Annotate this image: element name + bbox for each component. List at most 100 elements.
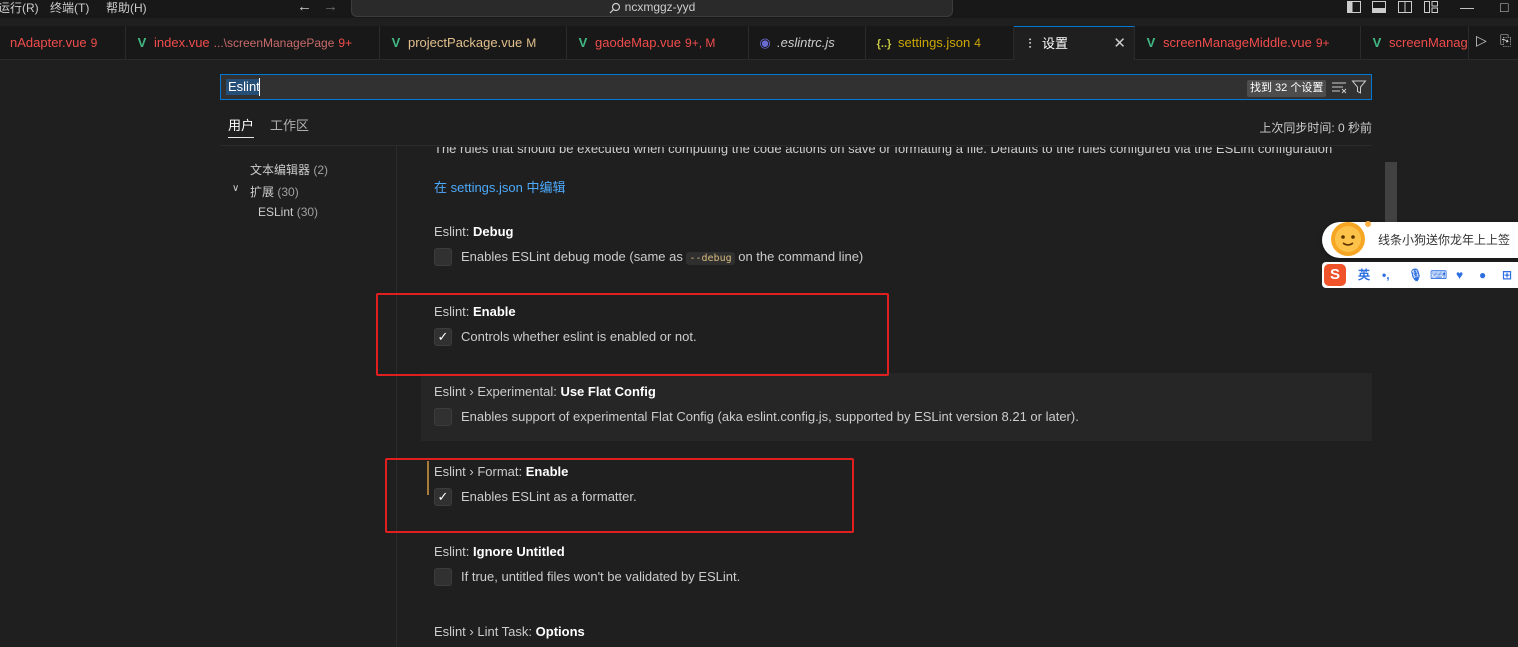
setting-checkbox[interactable] [434, 568, 452, 586]
setting-checkbox[interactable] [434, 408, 452, 426]
tab-badge: 9+, M [685, 36, 716, 50]
tab-label: nAdapter.vue [10, 35, 87, 50]
setting-category: Eslint › Lint Task: [434, 624, 536, 639]
settings-search-box[interactable]: Eslint [220, 74, 1372, 100]
desc-text: Enables ESLint debug mode (same as [461, 249, 687, 264]
setting-name: Use Flat Config [560, 384, 656, 399]
menu-terminal[interactable]: 终端(T) [50, 0, 89, 16]
vue-icon: V [1372, 35, 1382, 50]
tab-label: index.vue [154, 35, 210, 50]
ime-popup[interactable]: 线条小狗送你龙年上上签 [1322, 221, 1518, 258]
search-input[interactable]: Eslint [228, 75, 260, 99]
toc-count: (30) [296, 205, 319, 219]
sogou-logo-icon: S [1324, 264, 1346, 286]
tab-label: 设置 [1042, 36, 1069, 51]
tab-label: projectPackage.vue [408, 35, 523, 50]
menu-help[interactable]: 帮助(H) [106, 0, 147, 16]
toc-divider [396, 146, 397, 647]
tab-settings-json[interactable]: {..} settings.json 4 [866, 26, 1014, 60]
setting-title: Eslint: Debug [434, 224, 513, 239]
edit-in-settings-json-link[interactable]: 在 settings.json 中编辑 [434, 177, 566, 196]
more-tools-icon[interactable]: ⊞ [1502, 262, 1512, 288]
tab-settings[interactable]: ⫶ 设置 ✕ [1014, 26, 1135, 60]
tab-description: ...\screenManagePage [213, 36, 335, 50]
last-sync-status: 上次同步时间: 0 秒前 [1259, 121, 1372, 135]
eslint-icon: ◉ [759, 35, 771, 50]
setting-category: Eslint: [434, 544, 474, 559]
minimize-icon[interactable]: — [1460, 0, 1474, 14]
tab-gaodemap-vue[interactable]: VgaodeMap.vue 9+, M [567, 26, 749, 60]
setting-eslint-experimental-use-flat-config: Eslint › Experimental: Use Flat Config E… [421, 373, 1372, 441]
tab-eslintrc-js[interactable]: ◉ .eslintrc.js [749, 26, 866, 60]
setting-title: Eslint › Lint Task: Options [434, 624, 585, 639]
forward-arrow-icon[interactable]: → [323, 0, 338, 15]
tab-screenmanagemiddle-vue[interactable]: VscreenManageMiddle.vue 9+ [1135, 26, 1361, 60]
setting-description: If true, untitled files won't be validat… [461, 569, 741, 584]
search-result-count: 找到 32 个设置 [1247, 80, 1327, 97]
toc-text-editor[interactable]: 文本编辑器 (2) [250, 161, 328, 178]
setting-eslint-lint-task-options: Eslint › Lint Task: Options [421, 613, 1372, 647]
setting-checkbox[interactable] [434, 248, 452, 266]
ime-toolbar[interactable]: S 英 •, 🎙 ⌨ ♥ ● ⊞ [1322, 262, 1518, 288]
tab-badge: 9+ [1315, 36, 1330, 50]
open-settings-json-icon[interactable]: ⎘ [1500, 32, 1511, 49]
tab-label: screenManageMiddle.vue [1163, 35, 1312, 50]
tab-projectpackage-vue[interactable]: VprojectPackage.vue M [380, 26, 567, 60]
toolbox-icon[interactable]: ● [1479, 262, 1486, 288]
setting-eslint-ignore-untitled: Eslint: Ignore Untitled If true, untitle… [421, 533, 1372, 601]
tab-label: gaodeMap.vue [595, 35, 682, 50]
tab-index-vue[interactable]: Vindex.vue ...\screenManagePage 9+ [126, 26, 380, 60]
sun-mascot-icon [1331, 221, 1371, 256]
customize-layout-icon[interactable] [1424, 1, 1438, 13]
tab-label: .eslintrc.js [777, 35, 835, 50]
tab-nadapter[interactable]: nAdapter.vue 9 [0, 26, 126, 60]
chevron-down-icon[interactable]: ∨ [232, 183, 239, 194]
maximize-icon[interactable]: □ [1500, 0, 1508, 14]
back-arrow-icon[interactable]: ← [297, 0, 312, 15]
tab-user-settings[interactable]: 用户 [228, 118, 255, 138]
vue-icon: V [578, 35, 588, 50]
keyboard-icon[interactable]: ⌨ [1430, 262, 1447, 288]
punctuation-icon[interactable]: •, [1382, 262, 1390, 288]
ime-language-toggle[interactable]: 英 [1358, 262, 1370, 288]
toggle-panel-icon[interactable] [1372, 1, 1386, 13]
toc-label: 扩展 [250, 185, 275, 199]
toc-label: 文本编辑器 [250, 163, 311, 177]
menu-run[interactable]: 运行(R) [0, 0, 39, 16]
clear-filter-icon[interactable] [1331, 79, 1347, 95]
setting-title: Eslint: Ignore Untitled [434, 544, 565, 559]
command-center[interactable]: ncxmggz-yyd [351, 0, 953, 17]
toggle-secondary-sidebar-icon[interactable] [1398, 1, 1412, 13]
settings-editor-icon: ⫶ [1028, 36, 1032, 51]
toc-count: (2) [313, 163, 329, 177]
setting-category: Eslint: [434, 224, 474, 239]
toc-count: (30) [277, 185, 299, 199]
text-caret [259, 78, 260, 96]
microphone-icon[interactable]: 🎙 [1408, 262, 1423, 288]
toc-extensions[interactable]: 扩展 (30) [250, 183, 299, 200]
json-icon: {..} [876, 38, 892, 50]
toc-label: ESLint [258, 205, 294, 219]
tab-label: screenManag [1389, 35, 1468, 50]
setting-title: Eslint › Experimental: Use Flat Config [434, 384, 656, 399]
vue-icon: V [137, 35, 147, 50]
run-icon[interactable]: ▷ [1476, 32, 1487, 49]
setting-category: Eslint › Experimental: [434, 384, 561, 399]
tab-badge: 4 [974, 36, 981, 50]
search-icon [609, 2, 620, 14]
header-divider [220, 145, 1372, 146]
annotation-box-eslint-enable [376, 293, 889, 376]
filter-icon[interactable] [1351, 79, 1367, 95]
close-icon[interactable]: ✕ [1113, 27, 1126, 60]
title-bar: 运行(R) 终端(T) 帮助(H) ← → ncxmggz-yyd — □ [0, 0, 1518, 18]
setting-name: Debug [473, 224, 514, 239]
tab-screenmanag[interactable]: VscreenManag [1361, 26, 1469, 60]
tab-badge: M [526, 36, 537, 50]
toc-eslint[interactable]: ESLint (30) [258, 205, 318, 219]
skin-icon[interactable]: ♥ [1456, 262, 1463, 288]
tab-workspace-settings[interactable]: 工作区 [270, 118, 309, 138]
desc-text-after: on the command line) [734, 249, 864, 264]
truncated-description: The rules that should be executed when c… [434, 147, 1333, 156]
toggle-sidebar-icon[interactable] [1347, 1, 1361, 13]
setting-name: Ignore Untitled [473, 544, 565, 559]
